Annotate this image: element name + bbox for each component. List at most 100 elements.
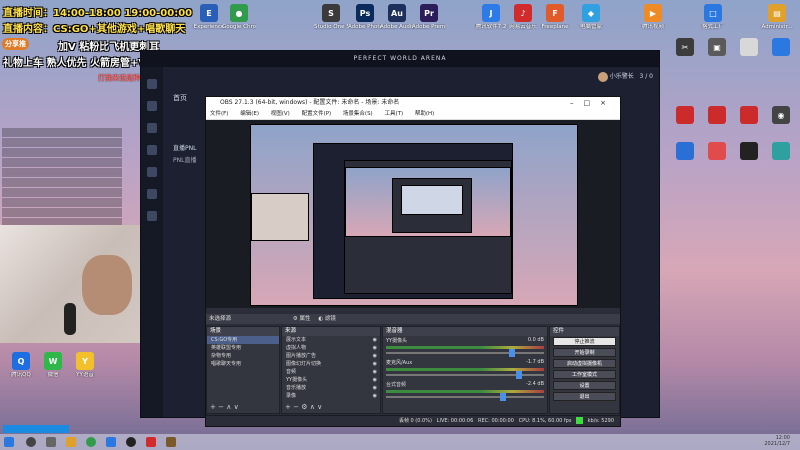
- scene-item[interactable]: 唱歌聊天专用: [207, 360, 279, 368]
- desktop-icon[interactable]: [668, 142, 702, 162]
- properties-button[interactable]: 属性: [299, 316, 310, 322]
- scene-item[interactable]: 英雄联盟专用: [207, 344, 279, 352]
- scene-item[interactable]: CS:GO专用: [207, 336, 279, 344]
- chrome-icon[interactable]: [86, 437, 96, 447]
- desktop-icon[interactable]: F Freeplane: [538, 4, 572, 30]
- desktop-icon[interactable]: [700, 106, 734, 126]
- settings-button[interactable]: 设置: [553, 381, 616, 390]
- desktop-icon[interactable]: [764, 38, 798, 58]
- sidebar-icon[interactable]: [147, 79, 157, 89]
- desktop-icon[interactable]: [732, 38, 766, 58]
- scene-item[interactable]: 杂物专用: [207, 352, 279, 360]
- eye-icon[interactable]: ◉: [373, 384, 377, 392]
- eye-icon[interactable]: ◉: [373, 368, 377, 376]
- eye-icon[interactable]: ◉: [373, 352, 377, 360]
- desktop-icon[interactable]: ▶ 腾讯视频: [636, 4, 670, 30]
- remove-icon[interactable]: −: [293, 403, 299, 411]
- desktop-icon[interactable]: ◉: [764, 106, 798, 126]
- start-virtual-camera-button[interactable]: 启动虚拟摄像机: [553, 359, 616, 368]
- desktop-icon[interactable]: ▤ Administr...: [760, 4, 794, 30]
- desktop-icon[interactable]: ◆ 电脑管家: [574, 4, 608, 30]
- stop-streaming-button[interactable]: 停止推流: [553, 337, 616, 346]
- gear-icon[interactable]: ⚙: [293, 316, 298, 322]
- desktop-icon[interactable]: S Studio One 5: [314, 4, 348, 30]
- desktop-icon[interactable]: ●Google Chrome: [222, 4, 256, 30]
- filters-button[interactable]: 滤镜: [325, 316, 336, 322]
- desktop-icon[interactable]: [700, 142, 734, 162]
- remove-icon[interactable]: −: [218, 403, 224, 411]
- desktop-icon[interactable]: AuAdobe Audition ...: [380, 4, 414, 30]
- desktop-icon[interactable]: E Experience: [192, 4, 226, 30]
- pwa-nav-home[interactable]: 首页: [173, 93, 187, 103]
- desktop-icon[interactable]: [764, 142, 798, 162]
- minimize-icon[interactable]: –: [570, 99, 584, 107]
- desktop-icon[interactable]: PrAdobe Premiere P...: [412, 4, 446, 30]
- menu-edit[interactable]: 编辑(E): [240, 111, 259, 117]
- desktop-icon[interactable]: [732, 142, 766, 162]
- filter-icon[interactable]: ◐: [318, 316, 323, 322]
- slider-handle[interactable]: [499, 393, 506, 401]
- menu-profile[interactable]: 配置文件(P): [302, 111, 332, 117]
- maximize-icon[interactable]: □: [584, 99, 601, 107]
- menu-help[interactable]: 帮助(H): [415, 111, 434, 117]
- desktop-icon[interactable]: [668, 106, 702, 126]
- eye-icon[interactable]: ◉: [373, 392, 377, 400]
- eye-icon[interactable]: ◉: [373, 376, 377, 384]
- sidebar-icon[interactable]: [147, 189, 157, 199]
- system-clock[interactable]: 12:00 2021/12/7: [764, 435, 790, 447]
- sidebar-icon[interactable]: [147, 211, 157, 221]
- explorer-icon[interactable]: [66, 437, 76, 447]
- volume-slider[interactable]: [386, 393, 544, 401]
- source-item[interactable]: 音频 ◉: [282, 368, 380, 376]
- source-item[interactable]: 图像幻灯片切换 ◉: [282, 360, 380, 368]
- slider-handle[interactable]: [509, 349, 516, 357]
- source-item[interactable]: 图片播放广告 ◉: [282, 352, 380, 360]
- source-item[interactable]: 录像 ◉: [282, 392, 380, 400]
- start-recording-button[interactable]: 开始录制: [553, 348, 616, 357]
- desktop-icon[interactable]: ✂: [668, 38, 702, 58]
- desktop-icon[interactable]: □ 格式工厂: [696, 4, 730, 30]
- desktop-icon[interactable]: Q 腾讯QQ: [4, 352, 38, 378]
- up-icon[interactable]: ∧: [310, 403, 315, 411]
- desktop-icon[interactable]: W 微信: [36, 352, 70, 378]
- add-icon[interactable]: +: [210, 403, 216, 411]
- source-item[interactable]: 虚拟人物 ◉: [282, 344, 380, 352]
- start-icon[interactable]: [4, 437, 14, 447]
- source-item[interactable]: 展示文本 ◉: [282, 336, 380, 344]
- desktop-icon[interactable]: Y YY语音: [68, 352, 102, 378]
- eye-icon[interactable]: ◉: [373, 336, 377, 344]
- eye-icon[interactable]: ◉: [373, 344, 377, 352]
- username[interactable]: 小乐警长: [610, 73, 634, 80]
- avatar[interactable]: [597, 71, 608, 82]
- obs-icon[interactable]: [126, 437, 136, 447]
- taskbar-app-icon[interactable]: [106, 437, 116, 447]
- down-icon[interactable]: ∨: [234, 403, 239, 411]
- source-item[interactable]: YY摄像头 ◉: [282, 376, 380, 384]
- search-icon[interactable]: [26, 437, 36, 447]
- menu-view[interactable]: 视图(V): [271, 111, 290, 117]
- down-icon[interactable]: ∨: [317, 403, 322, 411]
- desktop-icon[interactable]: PsAdobe Photosh...: [348, 4, 382, 30]
- close-icon[interactable]: ×: [600, 99, 616, 107]
- menu-scene-collection[interactable]: 场景集合(S): [343, 111, 373, 117]
- desktop-icon[interactable]: ♪ 网易云音乐: [506, 4, 540, 30]
- desktop-icon[interactable]: [732, 106, 766, 126]
- taskbar-app-icon[interactable]: [146, 437, 156, 447]
- desktop-icon[interactable]: ▣: [700, 38, 734, 58]
- studio-mode-button[interactable]: 工作室模式: [553, 370, 616, 379]
- obs-preview[interactable]: [206, 120, 620, 308]
- sidebar-icon[interactable]: [147, 145, 157, 155]
- up-icon[interactable]: ∧: [226, 403, 231, 411]
- task-view-icon[interactable]: [46, 437, 56, 447]
- slider-handle[interactable]: [515, 371, 522, 379]
- sidebar-icon[interactable]: [147, 101, 157, 111]
- volume-slider[interactable]: [386, 349, 544, 357]
- add-icon[interactable]: +: [285, 403, 291, 411]
- desktop-icon[interactable]: J 腾讯软件7.2: [474, 4, 508, 30]
- eye-icon[interactable]: ◉: [373, 360, 377, 368]
- taskbar-app-icon[interactable]: [166, 437, 176, 447]
- menu-tools[interactable]: 工具(T): [384, 111, 403, 117]
- exit-button[interactable]: 退出: [553, 392, 616, 401]
- gear-icon[interactable]: ⚙: [301, 403, 307, 411]
- obs-window[interactable]: OBS 27.1.3 (64-bit, windows) - 配置文件: 未命名…: [205, 96, 621, 427]
